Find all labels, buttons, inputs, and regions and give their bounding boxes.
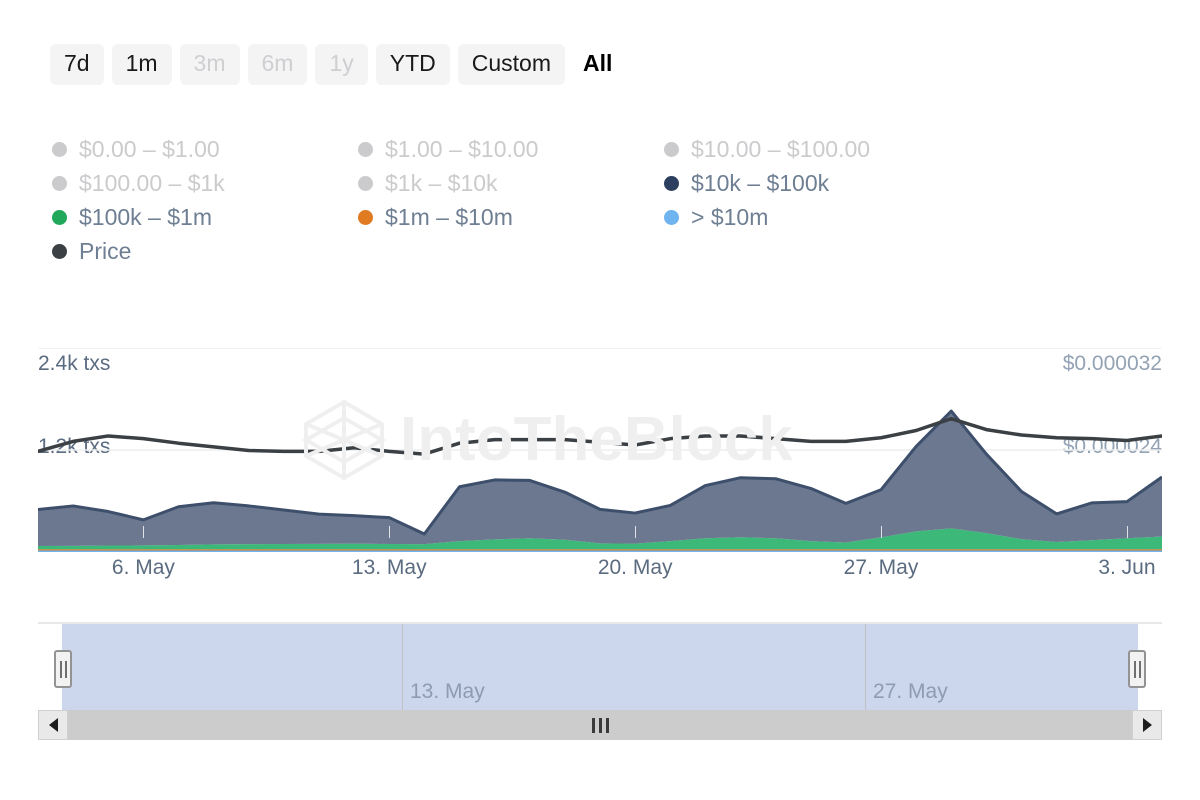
range-button-1m[interactable]: 1m: [112, 44, 172, 85]
chart-scrollbar[interactable]: [38, 710, 1162, 740]
legend-item[interactable]: > $10m: [664, 200, 970, 234]
range-selector: 7d1m3m6m1yYTDCustomAll: [50, 44, 622, 85]
legend-item[interactable]: Price: [52, 234, 358, 268]
legend-dot-icon: [358, 210, 373, 225]
grip-line: [1139, 661, 1141, 678]
legend-item-label: $0.00 – $1.00: [79, 138, 220, 161]
grip-line: [1134, 661, 1136, 678]
price-line-series: [38, 419, 1162, 454]
x-axis-tick-mark: [143, 526, 144, 538]
x-axis-tick-label: 6. May: [112, 556, 175, 580]
arrow-left-icon: [49, 718, 58, 732]
x-axis-tick-label: 3. Jun: [1098, 556, 1155, 580]
navigator-date-label-2: 27. May: [873, 680, 948, 704]
legend-item[interactable]: $10.00 – $100.00: [664, 132, 970, 166]
legend-item-label: $100.00 – $1k: [79, 172, 225, 195]
range-button-ytd[interactable]: YTD: [376, 44, 450, 85]
legend-item-label: $1.00 – $10.00: [385, 138, 538, 161]
x-axis-tick-label: 13. May: [352, 556, 427, 580]
range-button-3m: 3m: [180, 44, 240, 85]
legend-item[interactable]: $1m – $10m: [358, 200, 664, 234]
legend-item[interactable]: $1k – $10k: [358, 166, 664, 200]
range-button-7d[interactable]: 7d: [50, 44, 104, 85]
legend-item[interactable]: $0.00 – $1.00: [52, 132, 358, 166]
legend-item-label: $1m – $10m: [385, 206, 513, 229]
legend-dot-icon: [664, 210, 679, 225]
scrollbar-left-button[interactable]: [38, 710, 68, 740]
chart-legend: $0.00 – $1.00 $1.00 – $10.00 $10.00 – $100…: [52, 132, 1012, 268]
legend-item-label: Price: [79, 240, 131, 263]
navigator-gridline-1: [402, 624, 403, 710]
legend-item-label: $1k – $10k: [385, 172, 498, 195]
range-button-1y: 1y: [315, 44, 367, 85]
series-svg: [38, 348, 1162, 552]
grip-line: [60, 661, 62, 678]
navigator-handle-right[interactable]: [1128, 650, 1146, 688]
range-button-custom[interactable]: Custom: [458, 44, 565, 85]
legend-dot-icon: [52, 210, 67, 225]
x-axis-tick-mark: [881, 526, 882, 538]
legend-item-label: $100k – $1m: [79, 206, 212, 229]
x-axis-tick-mark: [1127, 526, 1128, 538]
scrollbar-right-button[interactable]: [1132, 710, 1162, 740]
legend-dot-icon: [664, 176, 679, 191]
arrow-right-icon: [1143, 718, 1152, 732]
legend-dot-icon: [358, 176, 373, 191]
legend-dot-icon: [52, 142, 67, 157]
x-axis-tick-mark: [389, 526, 390, 538]
area-series: [38, 550, 1162, 552]
legend-item[interactable]: $100.00 – $1k: [52, 166, 358, 200]
x-axis-tick-label: 20. May: [598, 556, 673, 580]
navigator-selection[interactable]: [62, 624, 1138, 710]
x-axis-tick-mark: [635, 526, 636, 538]
legend-item-label: > $10m: [691, 206, 768, 229]
legend-item[interactable]: $1.00 – $10.00: [358, 132, 664, 166]
legend-item[interactable]: $10k – $100k: [664, 166, 970, 200]
range-button-all[interactable]: All: [573, 44, 622, 85]
chart-navigator[interactable]: 13. May 27. May: [38, 622, 1162, 710]
legend-dot-icon: [358, 142, 373, 157]
legend-item-label: $10.00 – $100.00: [691, 138, 870, 161]
navigator-handle-left[interactable]: [54, 650, 72, 688]
navigator-date-label-1: 13. May: [410, 680, 485, 704]
chart-area: 2.4k txs 1.2k txs 0 txs $0.000032 $0.000…: [0, 330, 1200, 590]
legend-dot-icon: [664, 142, 679, 157]
area-series: [38, 549, 1162, 550]
legend-dot-icon: [52, 244, 67, 259]
legend-dot-icon: [52, 176, 67, 191]
scrollbar-thumb[interactable]: [68, 710, 1132, 740]
plot-canvas: [38, 348, 1162, 552]
scrollbar-grip-icon: [592, 718, 609, 733]
legend-item-label: $10k – $100k: [691, 172, 829, 195]
legend-item[interactable]: $100k – $1m: [52, 200, 358, 234]
range-button-6m: 6m: [248, 44, 308, 85]
x-axis-tick-label: 27. May: [844, 556, 919, 580]
grip-line: [65, 661, 67, 678]
chart-widget: 7d1m3m6m1yYTDCustomAll $0.00 – $1.00 $1.0…: [0, 0, 1200, 800]
navigator-gridline-2: [865, 624, 866, 710]
